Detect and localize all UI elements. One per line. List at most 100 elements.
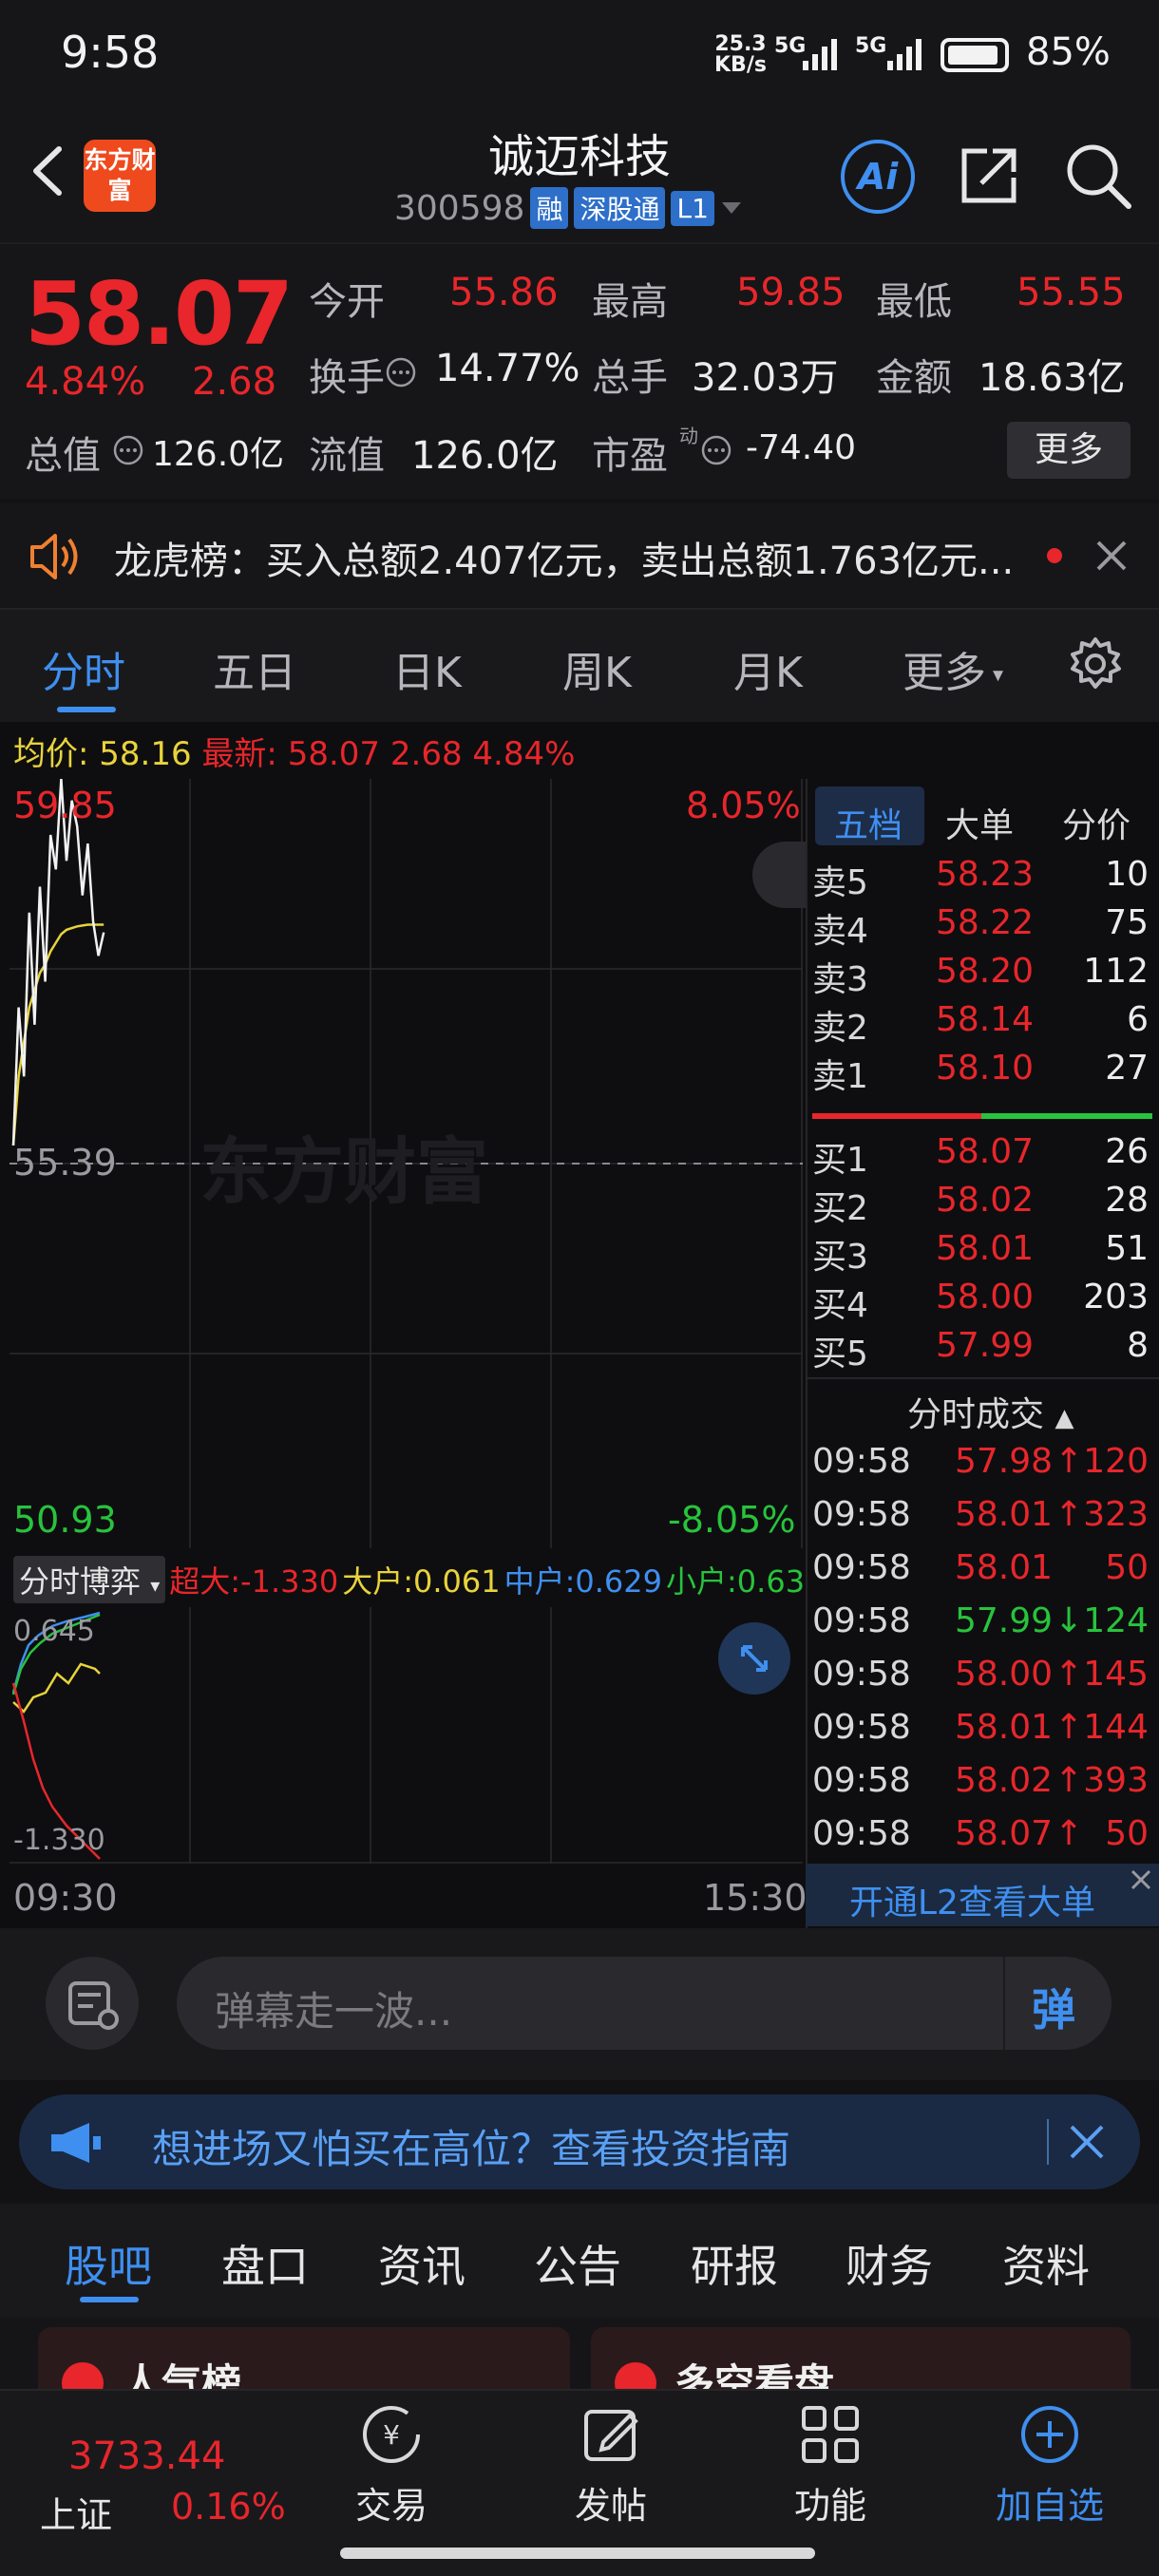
ask-volume: 10 (1105, 855, 1149, 894)
ob-tab-big[interactable]: 大单 (945, 798, 1014, 847)
ask-volume: 6 (1127, 1000, 1149, 1039)
flow-top: 0.645 (13, 1615, 95, 1648)
tab-monthly-k[interactable]: 月K (733, 638, 803, 699)
tab-profile[interactable]: 资料 (1002, 2232, 1090, 2295)
danmu-send-button[interactable]: 弹 (1003, 1957, 1112, 2050)
nav-functions[interactable]: 功能 (750, 2400, 911, 2529)
info-icon-2[interactable] (112, 434, 144, 466)
high-label: 最高 (592, 280, 668, 324)
bottom-nav: 3733.44 上证 0.16% ¥ 交易 发帖 功能 加自选 (0, 2389, 1159, 2576)
ticks-title[interactable]: 分时成交 ▲ (907, 1387, 1074, 1436)
ask-volume: 27 (1105, 1049, 1149, 1088)
info-icon[interactable] (385, 356, 417, 388)
card-popularity[interactable]: 人气榜 (38, 2327, 570, 2407)
ob-tab-five[interactable]: 五档 (834, 798, 902, 847)
nav-post[interactable]: 发帖 (530, 2400, 692, 2529)
stock-header: 东方财富 诚迈科技 300598 融 深股通 L1 Ai (0, 109, 1159, 242)
nav-add-watchlist[interactable]: 加自选 (969, 2400, 1130, 2529)
settings-gear-icon[interactable] (1066, 635, 1125, 693)
tab-guba[interactable]: 股吧 (65, 2232, 152, 2295)
banner-text: 想进场又怕买在高位？查看投资指南 (152, 2126, 791, 2172)
tab-daily-k[interactable]: 日K (392, 638, 462, 699)
close-icon[interactable] (1092, 537, 1130, 575)
price-chart[interactable]: 东方财富 (10, 779, 803, 1548)
tab-weekly-k[interactable]: 周K (562, 638, 632, 699)
ai-button[interactable]: Ai (841, 140, 915, 214)
bid-row[interactable]: 买4 58.00 203 (812, 1278, 1154, 1327)
tab-finance[interactable]: 财务 (846, 2232, 933, 2295)
more-button[interactable]: 更多 (1007, 422, 1130, 479)
time-start: 09:30 (13, 1877, 118, 1919)
banner-close-icon[interactable] (1066, 2121, 1108, 2163)
flow-small: 小户:0.639 (666, 1563, 825, 1600)
guide-banner[interactable]: 想进场又怕买在高位？查看投资指南 (19, 2094, 1140, 2189)
tick-time: 09:58 (812, 1548, 911, 1587)
tab-announce[interactable]: 公告 (534, 2232, 621, 2295)
flow-chart[interactable] (10, 1607, 803, 1864)
l2-close-icon[interactable] (1125, 1864, 1157, 1896)
stock-code-row[interactable]: 300598 融 深股通 L1 (394, 187, 743, 229)
tick-price: 58.02 (955, 1761, 1054, 1800)
ask-row[interactable]: 卖1 58.10 27 (812, 1049, 1154, 1098)
avg-value: 58.16 (99, 735, 192, 773)
ask-volume: 112 (1083, 952, 1149, 991)
ask-label: 卖3 (812, 960, 868, 999)
ask-label: 卖5 (812, 863, 868, 902)
index-widget[interactable]: 3733.44 上证 0.16% (19, 2391, 286, 2562)
volume-value: 32.03万 (692, 356, 839, 400)
low-value: 55.55 (1016, 271, 1126, 314)
tick-price: 58.01 (955, 1708, 1054, 1747)
pe-label: 市盈 (592, 434, 668, 478)
danmu-input[interactable]: 弹幕走一波... 弹 (177, 1957, 1112, 2050)
tab-research[interactable]: 研报 (691, 2232, 778, 2295)
ob-tab-price[interactable]: 分价 (1062, 798, 1130, 847)
share-icon[interactable] (955, 138, 1021, 210)
ask-row[interactable]: 卖2 58.14 6 (812, 1000, 1154, 1050)
bid-row[interactable]: 买3 58.01 51 (812, 1229, 1154, 1279)
tick-time: 09:58 (812, 1708, 911, 1747)
ask-label: 卖1 (812, 1057, 868, 1096)
tab-pankou[interactable]: 盘口 (221, 2232, 309, 2295)
content-tabs: 股吧 盘口 资讯 公告 研报 财务 资料 (0, 2204, 1159, 2318)
expand-button[interactable] (718, 1622, 790, 1695)
tick-row: 09:58 58.01 ↑ 323 (812, 1495, 1154, 1548)
tick-arrow: ↑ (1054, 1442, 1084, 1481)
index-percent: 0.16% (171, 2486, 286, 2528)
danmu-settings-icon (68, 1981, 119, 2030)
ask-row[interactable]: 卖3 58.20 112 (812, 952, 1154, 1001)
tab-news[interactable]: 资讯 (378, 2232, 466, 2295)
tag-level: L1 (671, 190, 714, 226)
flow-dropdown[interactable]: 分时博弈 ▾ (13, 1556, 166, 1603)
change-amount: 2.68 (192, 360, 277, 404)
nav-trade[interactable]: ¥ 交易 (311, 2400, 472, 2529)
search-icon[interactable] (1062, 138, 1134, 210)
min-pct: -8.05% (668, 1499, 796, 1541)
danmu-settings-button[interactable] (46, 1957, 139, 2050)
tab-intraday[interactable]: 分时 (42, 638, 125, 699)
ask-row[interactable]: 卖5 58.23 10 (812, 855, 1154, 904)
bid-row[interactable]: 买1 58.07 26 (812, 1132, 1154, 1182)
flow-super: 超大:-1.330 (169, 1563, 339, 1600)
tag-margin: 融 (530, 187, 569, 229)
avg-label: 均价: (13, 735, 89, 773)
bid-label: 买4 (812, 1286, 868, 1325)
latest-label: 最新: (201, 735, 277, 773)
bid-row[interactable]: 买2 58.02 28 (812, 1181, 1154, 1230)
divider (806, 1377, 1159, 1379)
bid-label: 买1 (812, 1141, 868, 1180)
ask-row[interactable]: 卖4 58.22 75 (812, 903, 1154, 953)
flow-bar: 分时博弈 ▾ 超大:-1.330 大户:0.061 中户:0.629 小户:0.… (13, 1556, 824, 1603)
max-price: 59.85 (13, 785, 117, 826)
bid-row[interactable]: 买5 57.99 8 (812, 1326, 1154, 1375)
ratio-bar-green (981, 1113, 1152, 1119)
l2-banner[interactable]: 开通L2查看大单 (806, 1864, 1159, 1926)
dragon-tiger-notice[interactable]: 龙虎榜：买入总额2.407亿元，卖出总额1.763亿元... (0, 503, 1159, 608)
chart-tabs: 分时 五日 日K 周K 月K 更多 ▾ (0, 608, 1159, 722)
tick-row: 09:58 58.02 ↑ 393 (812, 1761, 1154, 1814)
tab-five-day[interactable]: 五日 (213, 638, 296, 699)
info-icon-3[interactable] (700, 434, 732, 466)
card-longshort[interactable]: 多空看盘 (591, 2327, 1130, 2407)
tab-more[interactable]: 更多 ▾ (902, 638, 1003, 699)
quote-panel: 58.07 4.84% 2.68 今开 55.86 最高 59.85 最低 55… (0, 242, 1159, 499)
flow-bottom: -1.330 (13, 1824, 105, 1857)
